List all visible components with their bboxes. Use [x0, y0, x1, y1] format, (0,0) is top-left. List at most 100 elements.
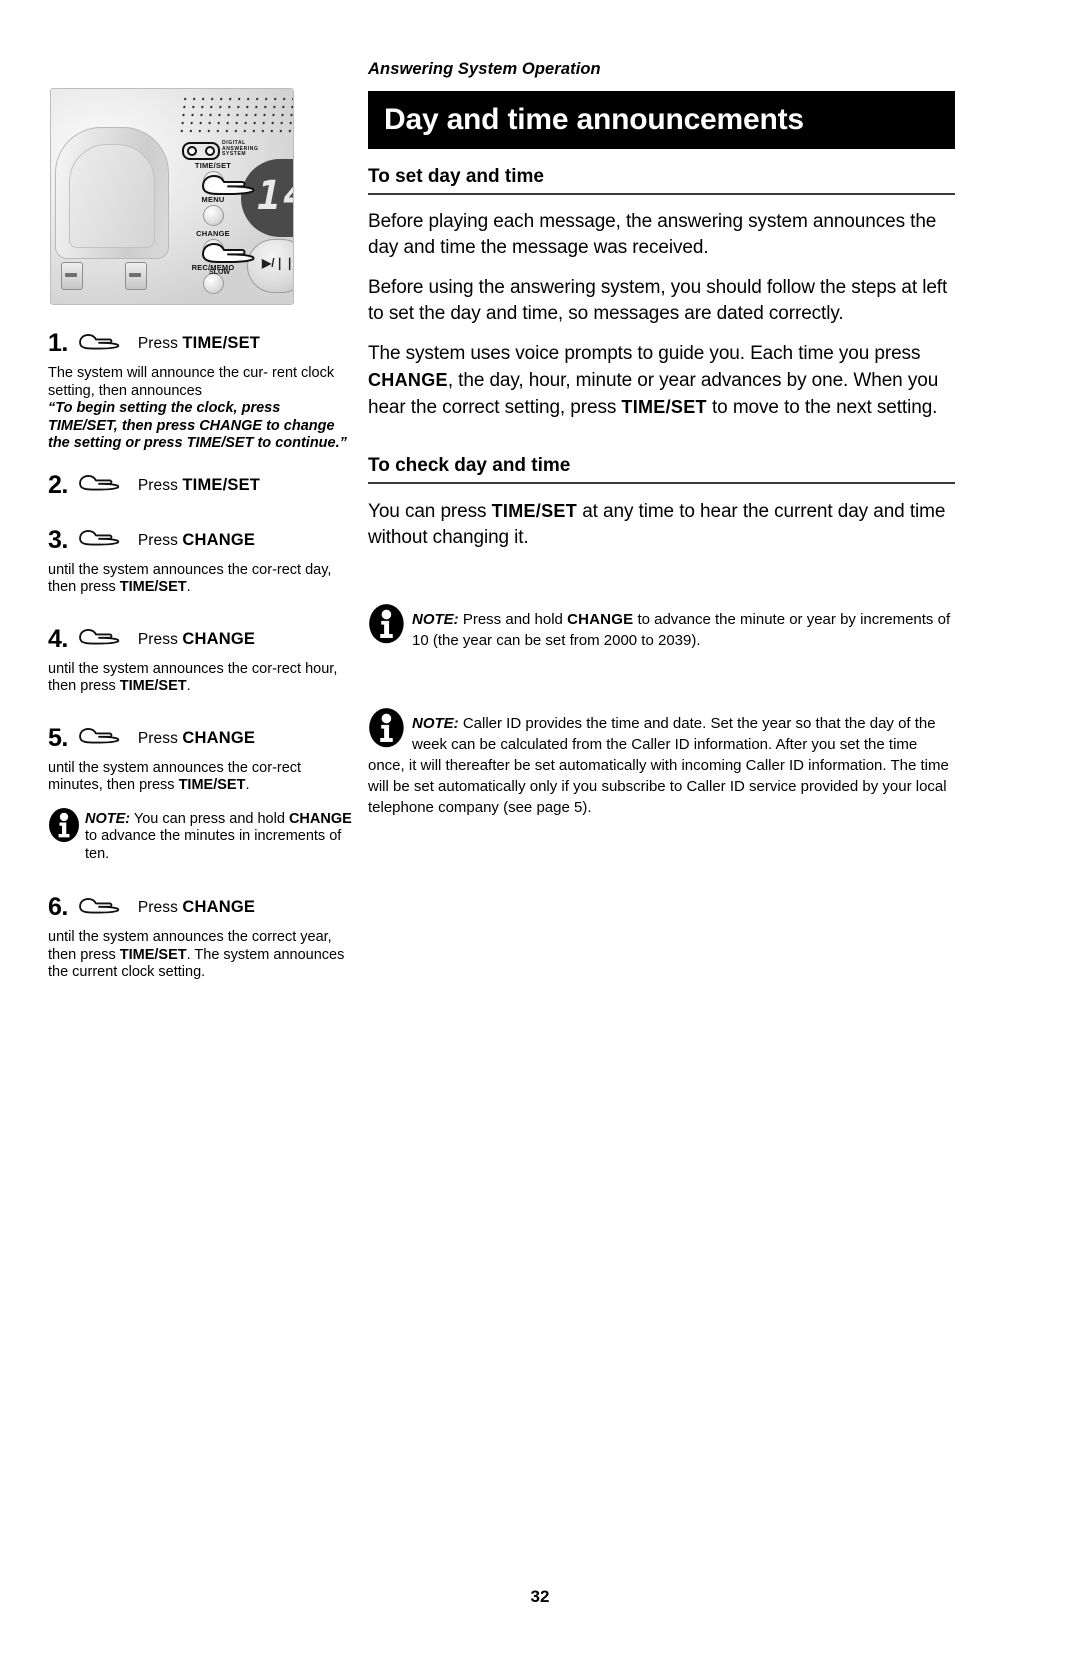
step-number: 3.	[48, 525, 68, 554]
handset-cradle	[55, 127, 169, 259]
button-circle[interactable]	[202, 205, 224, 226]
step-number: 2.	[48, 470, 68, 499]
paragraph-3-pre: The system uses voice prompts to guide y…	[368, 343, 921, 364]
step-5-header: 5. Press CHANGE	[48, 723, 353, 752]
paragraph-3-post: to move to the next setting.	[706, 397, 938, 418]
pointing-hand-icon	[77, 726, 127, 750]
paragraph-4-pre: You can press	[368, 501, 492, 522]
step-body-post: .	[186, 579, 191, 595]
step-body-post: .	[245, 777, 250, 793]
step-4-header: 4. Press CHANGE	[48, 624, 353, 653]
manual-page: DIGITAL ANSWERING SYSTEM 14 TIME/SET MEN…	[0, 0, 1080, 1669]
digital-answering-system-logo: DIGITAL ANSWERING SYSTEM	[182, 140, 293, 160]
step-action-prefix: Press	[137, 630, 183, 648]
step-body-line1: The system will announce the cur-	[48, 365, 269, 381]
step-2-header: 2. Press TIME/SET	[48, 470, 353, 499]
pointing-hand-icon	[77, 528, 127, 552]
note-label: NOTE:	[412, 611, 459, 628]
step-action-prefix: Press	[137, 335, 183, 352]
step-6-body: until the system announces the correct y…	[48, 929, 353, 982]
step-action-prefix: Press	[137, 476, 183, 494]
note-key: CHANGE	[567, 611, 634, 628]
pointing-hand-icon	[77, 473, 127, 497]
step-action-key: TIME/SET	[182, 475, 261, 494]
step-body-key: TIME/SET	[119, 678, 187, 694]
pointing-hand-icon	[77, 627, 127, 651]
pointing-hand-icon	[199, 173, 265, 203]
cradle-clip-right	[125, 262, 147, 290]
page-title-bar: Day and time announcements	[368, 91, 955, 149]
step-body-pre: until the system announces the cor-rect …	[48, 660, 338, 695]
left-column: DIGITAL ANSWERING SYSTEM 14 TIME/SET MEN…	[48, 88, 353, 982]
device-illustration: DIGITAL ANSWERING SYSTEM 14 TIME/SET MEN…	[50, 88, 294, 305]
key-time-set: TIME/SET	[491, 501, 578, 521]
step-4-body: until the system announces the cor-rect …	[48, 661, 353, 696]
right-note-1: NOTE: Press and hold CHANGE to advance t…	[368, 604, 955, 651]
info-icon	[48, 807, 81, 847]
right-note-2: NOTE: Caller ID provides the time and da…	[368, 708, 955, 818]
step-number: 6.	[48, 893, 68, 921]
cradle-clip-left	[61, 262, 83, 290]
pointing-hand-icon	[199, 241, 265, 271]
section-heading-check: To check day and time	[368, 455, 955, 484]
pointing-hand-icon	[77, 896, 127, 920]
right-column: Answering System Operation Day and time …	[368, 60, 955, 818]
step-1-body: The system will announce the cur- rent c…	[48, 365, 353, 453]
logo-line-3: SYSTEM	[222, 151, 247, 158]
step-action-key: CHANGE	[182, 530, 256, 549]
speaker-grille-icon	[176, 95, 293, 135]
step-action: Press TIME/SET	[136, 476, 260, 495]
step-3-body: until the system announces the cor-rect …	[48, 562, 353, 597]
step-action: Press CHANGE	[136, 630, 255, 649]
step-body-key: TIME/SET	[119, 579, 187, 595]
step-action-prefix: Press	[137, 899, 183, 916]
step-5: 5. Press CHANGE until the system announc…	[48, 723, 353, 795]
step-action: Press CHANGE	[136, 898, 255, 917]
step-6: 6. Press CHANGE until the system announc…	[48, 895, 353, 982]
step-1-header: 1. Press TIME/SET	[48, 331, 353, 356]
tape-reels-icon	[182, 142, 220, 160]
step-body-key: TIME/SET	[178, 777, 246, 793]
step-action-prefix: Press	[137, 531, 183, 549]
left-note: NOTE: You can press and hold CHANGE to a…	[48, 807, 353, 864]
paragraph-2: Before using the answering system, you s…	[368, 277, 948, 324]
step-2: 2. Press TIME/SET	[48, 470, 353, 499]
key-change: CHANGE	[368, 370, 448, 390]
step-6-header: 6. Press CHANGE	[48, 895, 353, 920]
step-action-prefix: Press	[137, 729, 183, 747]
button-circle[interactable]	[202, 273, 224, 294]
logo-text: DIGITAL ANSWERING SYSTEM	[222, 140, 259, 158]
step-number: 4.	[48, 624, 68, 653]
paragraph-1: Before playing each message, the answeri…	[368, 211, 937, 258]
note-post: to advance the minutes in increments of …	[85, 828, 342, 862]
note-pre: You can press and hold	[130, 810, 289, 827]
device-button-label: TIME/SET	[194, 161, 232, 170]
paragraph-4: You can press TIME/SET at any time to he…	[368, 498, 955, 551]
device-button-label: CHANGE	[196, 229, 230, 238]
voice-prompt-quote: “To begin setting the clock, press TIME/…	[48, 400, 347, 451]
step-4: 4. Press CHANGE until the system announc…	[48, 624, 353, 696]
step-5-body: until the system announces the cor-rect …	[48, 760, 353, 795]
step-action-key: CHANGE	[182, 629, 256, 648]
note-pre: Press and hold	[458, 611, 568, 628]
step-action: Press CHANGE	[136, 729, 255, 748]
note-label: NOTE:	[85, 810, 131, 827]
step-body-key: TIME/SET	[119, 946, 187, 963]
step-3: 3. Press CHANGE until the system announc…	[48, 525, 353, 597]
key-time-set: TIME/SET	[621, 397, 707, 417]
step-action-key: TIME/SET	[182, 334, 261, 352]
info-icon	[368, 707, 406, 753]
left-note-text: NOTE: You can press and hold CHANGE to a…	[48, 811, 353, 864]
note-key: CHANGE	[288, 810, 352, 827]
section-heading-set: To set day and time	[368, 166, 955, 195]
step-body-pre: until the system announces the cor-rect …	[48, 759, 302, 794]
step-action-key: CHANGE	[182, 728, 256, 747]
right-note-1-text: NOTE: Press and hold CHANGE to advance t…	[368, 609, 955, 651]
info-icon	[368, 603, 406, 649]
step-number: 5.	[48, 723, 68, 752]
step-1: 1. Press TIME/SET The system will announ…	[48, 331, 353, 453]
step-number: 1.	[48, 329, 68, 357]
page-title: Day and time announcements	[384, 103, 804, 136]
running-head: Answering System Operation	[368, 60, 601, 78]
page-number: 32	[530, 1587, 550, 1606]
